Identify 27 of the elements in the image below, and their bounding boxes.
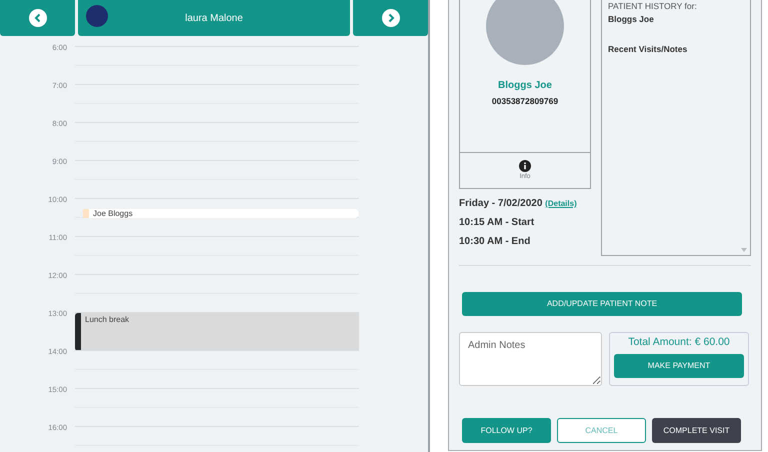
patient-name: Bloggs Joe	[498, 79, 552, 93]
previous-button[interactable]	[0, 0, 75, 36]
cancel-button[interactable]: CANCEL	[557, 418, 646, 443]
end-time: 10:30 AM - End	[459, 237, 532, 247]
make-payment-button[interactable]: MAKE PAYMENT	[614, 354, 744, 378]
admin-notes-field[interactable]: Admin Notes	[459, 332, 602, 386]
follow-up-button[interactable]: FOLLOW UP?	[462, 418, 551, 443]
recent-visits-heading: Recent Visits/Notes	[608, 42, 688, 56]
details-link[interactable]: (Details)	[545, 199, 577, 208]
history-patient-name: Bloggs Joe	[608, 12, 655, 26]
total-amount: Total Amount: € 60.00	[628, 335, 730, 350]
event-title: Lunch break	[84, 314, 130, 326]
info-icon	[519, 160, 531, 172]
appointment-date: Friday - 7/02/2020	[459, 198, 542, 209]
chevron-right-icon	[382, 9, 400, 27]
complete-visit-button[interactable]: COMPLETE VISIT	[652, 418, 741, 443]
chevron-left-icon	[28, 9, 46, 27]
history-title: PATIENT HISTORY for:	[608, 0, 698, 13]
event-title: Joe Bloggs	[93, 208, 133, 220]
patient-phone: 00353872809769	[492, 95, 558, 108]
start-time: 10:15 AM - Start	[459, 218, 536, 228]
appointment-event[interactable]: Joe Bloggs	[83, 209, 359, 218]
practitioner-name: laura Malone	[185, 12, 243, 26]
add-note-button[interactable]: ADD/UPDATE PATIENT NOTE	[462, 292, 742, 316]
avatar-placeholder	[86, 5, 108, 27]
break-event[interactable]: Lunch break	[75, 313, 359, 351]
next-button[interactable]	[353, 0, 428, 36]
